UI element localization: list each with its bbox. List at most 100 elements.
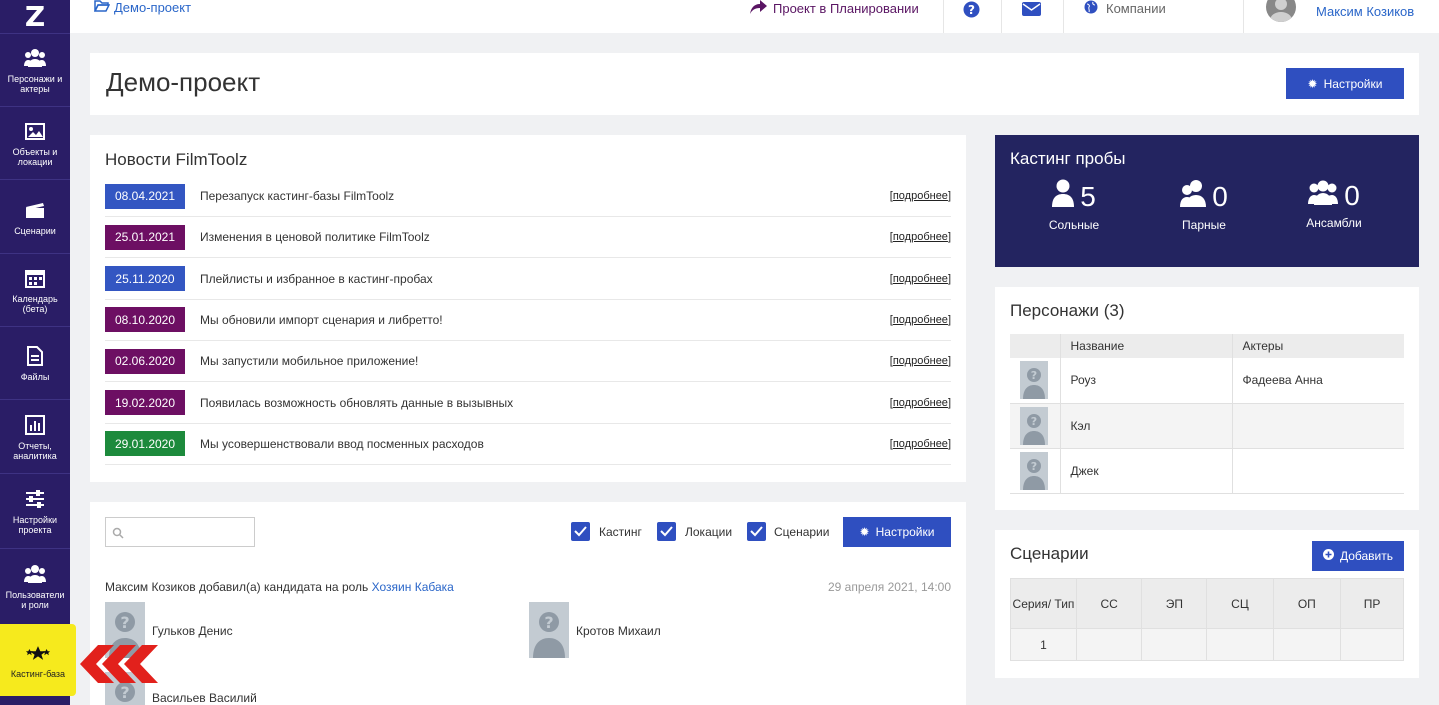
search-input[interactable] (105, 517, 255, 547)
characters-table: Название Актеры ? Роуз Фадеева Анна ? Кэ… (1010, 334, 1404, 494)
news-item[interactable]: 08.04.2021 Перезапуск кастинг-базы FilmTo… (105, 176, 951, 217)
candidate-name[interactable]: Васильев Василий (152, 691, 257, 705)
casting-panel: Кастинг пробы 5 Сольные 0 Парные 0 Ансам… (995, 135, 1419, 267)
column-header: ОП (1272, 578, 1342, 629)
candidate-name[interactable]: Кротов Михаил (576, 624, 661, 638)
filter-casting-label: Кастинг (599, 525, 642, 539)
gear-icon: ✹ (859, 525, 870, 539)
divider (1063, 0, 1064, 33)
news-date-badge: 08.04.2021 (105, 183, 185, 209)
bar-chart-icon (23, 413, 47, 437)
sidebar-item-files[interactable]: Файлы (0, 326, 70, 399)
character-photo: ? (1020, 406, 1048, 445)
page-header: Демо-проект ✹ Настройки (90, 53, 1419, 115)
character-name[interactable]: Джек (1059, 448, 1232, 494)
feed-event-time: 29 апреля 2021, 14:00 (827, 580, 951, 594)
casting-stat-pairs[interactable]: 0 Парные (1154, 179, 1254, 232)
news-title: Новости FilmToolz (105, 150, 248, 169)
folder-open-icon (93, 0, 111, 15)
news-date-badge: 19.02.2020 (105, 390, 185, 415)
news-item[interactable]: 19.02.2020 Появилась возможность обновлят… (105, 383, 951, 424)
settings-button[interactable]: ✹ Настройки (1286, 68, 1404, 99)
users-icon (1308, 179, 1339, 212)
column-header: СЦ (1206, 578, 1274, 629)
news-more-link[interactable]: [подробнее] (890, 314, 951, 326)
user-menu[interactable]: Максим Козиков (1266, 0, 1414, 22)
news-more-link[interactable]: [подробнее] (890, 355, 951, 367)
casting-stat-solo[interactable]: 5 Сольные (1024, 179, 1124, 232)
news-headline: Появилась возможность обновлять данные в… (200, 395, 514, 410)
filter-scenarios-checkbox[interactable] (747, 522, 766, 541)
sidebar-item-locations[interactable]: Объекты и локации (0, 106, 70, 179)
svg-text:?: ? (1031, 415, 1037, 428)
news-more-link[interactable]: [подробнее] (890, 273, 951, 285)
news-headline: Мы усовершенствовали ввод посменных расх… (200, 436, 484, 451)
column-header: Серия/ Тип (1010, 578, 1077, 629)
sidebar-item-project-settings[interactable]: Настройки проекта (0, 473, 70, 548)
news-item[interactable]: 08.10.2020 Мы обновили импорт сценария и … (105, 300, 951, 341)
news-date-badge: 02.06.2020 (105, 348, 185, 374)
scenarios-panel: Сценарии Добавить Серия/ Тип СС ЭП СЦ ОП… (995, 530, 1419, 678)
table-row[interactable]: ? Кэл (1010, 403, 1404, 449)
sidebar-item-characters[interactable]: Персонажи и актеры (0, 33, 70, 106)
character-actor[interactable] (1231, 403, 1404, 449)
globe-icon (1084, 0, 1098, 17)
news-item[interactable]: 25.11.2020 Плейлисты и избранное в кастин… (105, 259, 951, 300)
filter-locations-label: Локации (685, 525, 733, 539)
characters-panel: Персонажи (3) Название Актеры ? Роуз Фад… (995, 287, 1419, 510)
feed-settings-button[interactable]: ✹ Настройки (843, 517, 951, 547)
column-header: ПР (1340, 578, 1404, 629)
filter-casting-checkbox[interactable] (571, 522, 590, 541)
casting-stat-ensembles[interactable]: 0 Ансамбли (1284, 179, 1384, 231)
casting-title: Кастинг пробы (1010, 149, 1126, 168)
news-item[interactable]: 02.06.2020 Мы запустили мобильное приложе… (105, 341, 951, 383)
sidebar-item-reports[interactable]: Отчеты, аналитика (0, 399, 70, 473)
character-actor[interactable]: Фадеева Анна (1231, 358, 1404, 404)
news-headline: Изменения в ценовой политике FilmToolz (200, 230, 430, 245)
sidebar-item-calendar[interactable]: Календарь (бета) (0, 253, 70, 326)
table-row[interactable]: 1 (1010, 628, 1404, 661)
users-icon (23, 46, 47, 70)
gear-icon: ✹ (1307, 76, 1318, 91)
companies-link[interactable]: Компании (1084, 0, 1166, 17)
user-icon (1052, 179, 1075, 214)
scenarios-table: Серия/ Тип СС ЭП СЦ ОП ПР 1 (1010, 578, 1404, 661)
topbar: Демо-проект Проект в Планировании ? Комп… (70, 0, 1439, 33)
sidebar-item-scenarios[interactable]: Сценарии (0, 179, 70, 253)
users-icon (23, 562, 47, 586)
column-header: ЭП (1141, 578, 1208, 629)
table-row[interactable]: ? Джек (1010, 448, 1404, 494)
news-item[interactable]: 29.01.2020 Мы усовершенствовали ввод посм… (105, 424, 951, 465)
news-item[interactable]: 25.01.2021 Изменения в ценовой политике F… (105, 217, 951, 259)
help-icon[interactable]: ? (961, 0, 981, 18)
add-scenario-button[interactable]: Добавить (1312, 541, 1404, 571)
candidate-photo[interactable]: ? (529, 602, 569, 658)
news-more-link[interactable]: [подробнее] (890, 438, 951, 450)
table-row[interactable]: ? Роуз Фадеева Анна (1010, 358, 1404, 404)
sidebar-item-casting-base[interactable]: Кастинг-база (0, 624, 76, 696)
svg-text:?: ? (544, 613, 553, 632)
mail-icon[interactable] (1021, 0, 1041, 18)
character-name[interactable]: Кэл (1059, 403, 1232, 449)
characters-title: Персонажи (3) (1010, 301, 1125, 320)
filter-locations-checkbox[interactable] (657, 522, 676, 541)
role-link[interactable]: Хозяин Кабака (372, 580, 454, 594)
character-photo: ? (1020, 361, 1048, 400)
image-icon (23, 119, 47, 143)
news-headline: Плейлисты и избранное в кастинг-пробах (200, 271, 433, 286)
sidebar-item-users[interactable]: Пользователи и роли (0, 548, 70, 622)
breadcrumb[interactable]: Демо-проект (93, 0, 191, 15)
svg-text:?: ? (968, 3, 975, 17)
page-title: Демо-проект (106, 67, 261, 97)
logo[interactable]: Z (0, 0, 70, 33)
search-icon (112, 526, 124, 544)
character-actor[interactable] (1231, 448, 1404, 494)
news-more-link[interactable]: [подробнее] (890, 397, 951, 409)
svg-text:?: ? (1031, 369, 1037, 382)
candidate-name[interactable]: Гульков Денис (152, 624, 233, 638)
news-more-link[interactable]: [подробнее] (890, 190, 951, 202)
news-date-badge: 25.01.2021 (105, 224, 185, 250)
news-more-link[interactable]: [подробнее] (890, 231, 951, 243)
character-name[interactable]: Роуз (1059, 358, 1232, 404)
project-status-link[interactable]: Проект в Планировании (750, 0, 919, 17)
